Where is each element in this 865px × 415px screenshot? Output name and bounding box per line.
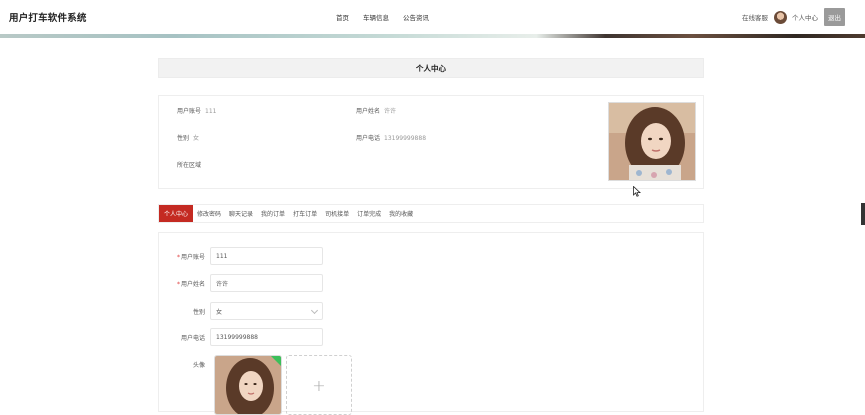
form-row-gender: 性别 女 — [159, 302, 323, 320]
profile-info-card: 用户账号 111 用户姓名 许许 性别女 用户电话 13199999888 所在区域 — [158, 95, 704, 189]
mouse-cursor-icon — [633, 186, 641, 197]
nav-item-news[interactable]: 公告资讯 — [403, 12, 429, 22]
info-gender-value: 女 — [193, 135, 200, 142]
info-region-label: 所在区域 — [177, 162, 202, 169]
tab-ride-orders[interactable]: 打车订单 — [289, 205, 321, 222]
gender-field-label: 性别 — [192, 308, 205, 316]
user-center-link[interactable]: 个人中心 — [792, 12, 818, 22]
form-row-avatar: 头像 — [159, 355, 210, 373]
tab-favorites[interactable]: 我的收藏 — [385, 205, 417, 222]
tab-my-orders[interactable]: 我的订单 — [257, 205, 289, 222]
info-gender: 性别女 — [177, 133, 199, 142]
info-phone-label: 用户电话 — [356, 135, 381, 142]
info-phone: 用户电话 13199999888 — [356, 133, 426, 142]
info-name-value: 许许 — [384, 108, 397, 115]
page-title: 个人中心 — [158, 58, 704, 78]
online-service-link[interactable]: 在线客服 — [742, 12, 768, 22]
info-account-value: 111 — [205, 108, 217, 115]
check-icon — [271, 356, 281, 366]
top-right-actions: 在线客服 个人中心 退出 — [742, 8, 845, 26]
avatar-upload-button[interactable]: + — [286, 355, 352, 415]
name-field[interactable]: 许许 — [210, 274, 323, 292]
form-row-phone: 用户电话 13199999888 — [159, 328, 323, 346]
tab-driver-accept[interactable]: 司机接单 — [321, 205, 353, 222]
info-account-label: 用户账号 — [177, 108, 202, 115]
info-name-label: 用户姓名 — [356, 108, 381, 115]
info-name: 用户姓名 许许 — [356, 106, 396, 115]
top-bar: 用户打车软件系统 首页 车辆信息 公告资讯 在线客服 个人中心 退出 — [0, 0, 865, 34]
brand-title: 用户打车软件系统 — [9, 13, 87, 24]
nav-item-home[interactable]: 首页 — [336, 12, 349, 22]
gender-select-value: 女 — [216, 308, 223, 316]
profile-form: *用户账号 111 *用户姓名 许许 性别 女 用户电话 13199999888… — [158, 232, 704, 415]
profile-photo — [608, 102, 696, 181]
phone-field[interactable]: 13199999888 — [210, 328, 323, 346]
main-nav: 首页 车辆信息 公告资讯 — [336, 12, 443, 22]
tab-orders-done[interactable]: 订单完成 — [353, 205, 385, 222]
gender-select[interactable]: 女 — [210, 302, 323, 320]
tab-change-password[interactable]: 修改密码 — [193, 205, 225, 222]
account-field[interactable]: 111 — [210, 247, 323, 265]
avatar-upload-preview[interactable] — [214, 355, 282, 415]
account-field-label: *用户账号 — [176, 253, 205, 261]
profile-photo-image — [609, 103, 695, 180]
info-gender-label: 性别 — [177, 135, 190, 142]
avatar-field-label: 头像 — [192, 361, 205, 369]
chevron-down-icon — [310, 306, 319, 315]
form-row-account: *用户账号 111 — [159, 247, 323, 265]
avatar[interactable] — [774, 10, 787, 24]
form-row-name: *用户姓名 许许 — [159, 274, 323, 292]
logout-button[interactable]: 退出 — [824, 8, 845, 26]
profile-tabs: 个人中心 修改密码 聊天记录 我的订单 打车订单 司机接单 订单完成 我的收藏 — [158, 204, 704, 223]
info-phone-value: 13199999888 — [384, 135, 427, 142]
phone-field-label: 用户电话 — [180, 334, 205, 342]
tab-profile[interactable]: 个人中心 — [159, 205, 194, 222]
info-account: 用户账号 111 — [177, 106, 216, 115]
info-region: 所在区域 — [177, 160, 205, 169]
name-field-label: *用户姓名 — [176, 280, 205, 288]
scrollbar-thumb[interactable] — [861, 203, 865, 225]
tab-chat-history[interactable]: 聊天记录 — [225, 205, 257, 222]
nav-item-vehicles[interactable]: 车辆信息 — [363, 12, 389, 22]
banner-strip — [0, 34, 865, 38]
